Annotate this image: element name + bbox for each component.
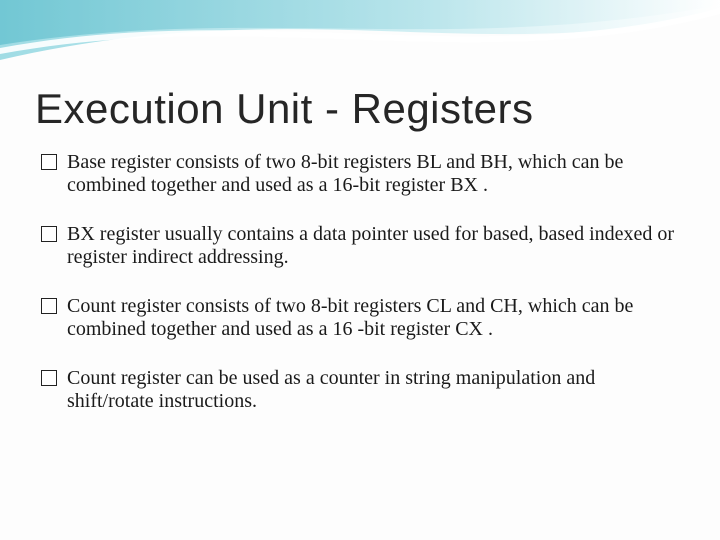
slide-content: Execution Unit - Registers Base register… xyxy=(0,0,720,469)
bullet-item: Base register consists of two 8-bit regi… xyxy=(39,151,685,197)
bullet-item: Count register consists of two 8-bit reg… xyxy=(39,295,685,341)
bullet-list: Base register consists of two 8-bit regi… xyxy=(35,151,685,413)
bullet-item: Count register can be used as a counter … xyxy=(39,367,685,413)
slide-title: Execution Unit - Registers xyxy=(35,85,685,133)
bullet-item: BX register usually contains a data poin… xyxy=(39,223,685,269)
